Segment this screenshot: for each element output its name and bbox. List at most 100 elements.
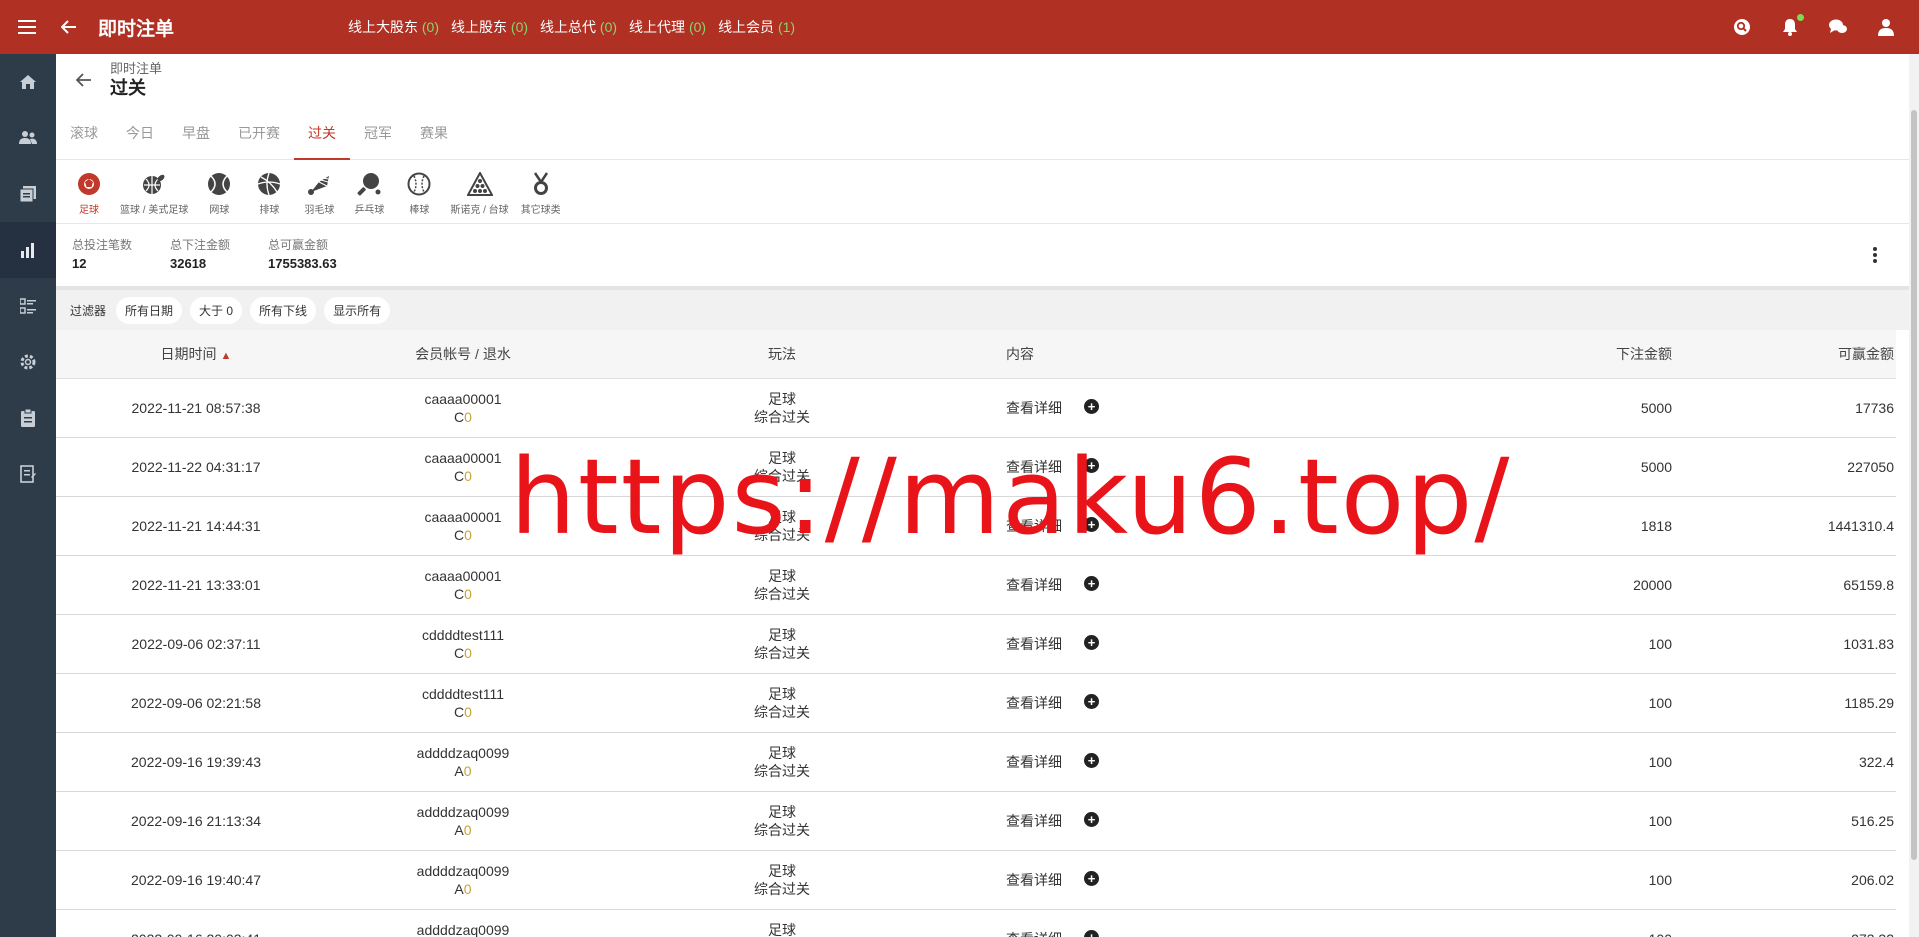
sort-asc-icon[interactable]: ▲	[221, 350, 232, 362]
online-stat-label: 线上总代	[540, 19, 597, 35]
sport-table-tennis[interactable]: 乒乓球	[344, 170, 394, 216]
sport-snooker[interactable]: 斯诺克 / 台球	[444, 170, 514, 216]
table-tennis-icon	[355, 170, 383, 198]
cell-stake: 100	[1648, 813, 1672, 829]
expand-plus-icon[interactable]: +	[1084, 634, 1099, 650]
sport-basketball[interactable]: 篮球 / 美式足球	[114, 170, 194, 216]
sport-tennis[interactable]: 网球	[194, 170, 244, 216]
online-stat[interactable]: 线上会员 (1)	[718, 17, 795, 37]
tab-6[interactable]: 赛果	[406, 106, 462, 159]
search-icon[interactable]	[1731, 16, 1753, 38]
scrollbar-thumb[interactable]	[1911, 110, 1917, 860]
expand-plus-icon[interactable]: +	[1084, 457, 1099, 473]
tab-2[interactable]: 早盘	[168, 106, 224, 159]
account-tier: C0	[454, 645, 472, 661]
expand-plus-icon[interactable]: +	[1084, 929, 1099, 937]
chart-icon[interactable]	[0, 222, 56, 278]
view-detail-link[interactable]: 查看详细	[1006, 398, 1062, 418]
sport-label: 网球	[209, 205, 230, 216]
table-row[interactable]: 2022-11-21 13:33:01 caaaa00001 C0 足球 综合过关 查看详…	[56, 556, 1896, 615]
expand-plus-icon[interactable]: +	[1084, 398, 1099, 414]
cell-stake: 100	[1648, 695, 1672, 711]
account-name: addddzaq0099	[416, 922, 510, 937]
online-stat-label: 线上会员	[718, 19, 775, 35]
filter-chip[interactable]: 大于 0	[190, 296, 243, 324]
bell-icon[interactable]	[1779, 14, 1804, 38]
view-detail-link[interactable]: 查看详细	[1006, 929, 1062, 937]
sport-volleyball[interactable]: 排球	[244, 170, 294, 216]
cell-account: addddzaq0099A0	[336, 744, 590, 780]
sport-baseball[interactable]: 棒球	[394, 170, 444, 216]
online-stat[interactable]: 线上股东 (0)	[451, 17, 528, 37]
col-datetime[interactable]: 日期时间 ▲	[56, 344, 336, 364]
view-detail-link[interactable]: 查看详细	[1006, 634, 1062, 654]
sport-soccer[interactable]: 足球	[64, 170, 114, 216]
expand-plus-icon[interactable]: +	[1084, 870, 1099, 886]
back-arrow-icon[interactable]	[54, 0, 84, 54]
cell-content: 查看详细 +	[974, 634, 1424, 654]
online-stat[interactable]: 线上大股东 (0)	[348, 17, 439, 37]
table-row[interactable]: 2022-11-22 04:31:17 caaaa00001 C0 足球 综合过关 查看详…	[56, 438, 1896, 497]
table-row[interactable]: 2022-09-16 19:40:47 addddzaq0099 A0 足球 综合过关查…	[56, 851, 1896, 910]
rebate-value: 0	[464, 527, 472, 543]
filter-chip[interactable]: 显示所有	[324, 296, 391, 324]
list-icon[interactable]	[0, 278, 56, 334]
view-detail-link[interactable]: 查看详细	[1006, 575, 1062, 595]
sport-medal[interactable]: 其它球类	[515, 170, 567, 216]
page-back-icon[interactable]	[70, 66, 98, 94]
sport-badminton[interactable]: 羽毛球	[294, 170, 344, 216]
chat-icon[interactable]	[1827, 16, 1849, 38]
cell-account: addddzaq0099A0	[336, 862, 590, 898]
table-row[interactable]: 2022-09-16 21:13:34 addddzaq0099 A0 足球 综合过关查…	[56, 792, 1896, 851]
table-row[interactable]: 2022-11-21 14:44:31 caaaa00001 C0 足球 综合过关 查看详…	[56, 497, 1896, 556]
account-tier: A0	[454, 763, 472, 779]
user-icon[interactable]	[1875, 16, 1897, 38]
home-icon[interactable]	[0, 54, 56, 110]
report-icon[interactable]	[0, 446, 56, 502]
breadcrumb[interactable]: 即时注单	[110, 61, 162, 77]
account-tier: A0	[454, 822, 472, 838]
table-row[interactable]: 2022-09-06 02:21:58 cddddtest111 C0 足球 综合过关查…	[56, 674, 1896, 733]
sport-label: 篮球 / 美式足球	[120, 205, 189, 216]
expand-plus-icon[interactable]: +	[1084, 752, 1099, 768]
expand-plus-icon[interactable]: +	[1084, 693, 1099, 709]
tab-0[interactable]: 滚球	[56, 106, 112, 159]
clipboard-icon[interactable]	[0, 390, 56, 446]
table-row[interactable]: 2022-11-21 08:57:38 caaaa00001 C0 足球 综合过关 查看详…	[56, 379, 1896, 438]
account-name: addddzaq0099	[416, 863, 510, 879]
view-detail-link[interactable]: 查看详细	[1006, 870, 1062, 890]
cell-play: 足球综合过关	[590, 862, 974, 898]
cell-win: 1441310.4	[1827, 518, 1894, 534]
table-row[interactable]: 2022-09-06 02:37:11 cddddtest111 C0 足球 综合过关查…	[56, 615, 1896, 674]
online-stat[interactable]: 线上代理 (0)	[629, 17, 706, 37]
expand-plus-icon[interactable]: +	[1084, 811, 1099, 827]
expand-plus-icon[interactable]: +	[1084, 575, 1099, 591]
table-row[interactable]: 2022-09-16 19:39:43 addddzaq0099 A0 足球 综合过关查…	[56, 733, 1896, 792]
users-icon[interactable]	[0, 110, 56, 166]
account-name: cddddtest111	[422, 686, 504, 702]
cell-account: addddzaq0099A0	[336, 921, 590, 937]
view-detail-link[interactable]: 查看详细	[1006, 811, 1062, 831]
tab-3[interactable]: 已开赛	[224, 106, 294, 159]
view-detail-link[interactable]: 查看详细	[1006, 752, 1062, 772]
expand-plus-icon[interactable]: +	[1084, 516, 1099, 532]
tab-5[interactable]: 冠军	[350, 106, 406, 159]
view-detail-link[interactable]: 查看详细	[1006, 693, 1062, 713]
menu-icon[interactable]	[0, 0, 54, 54]
filter-chip[interactable]: 所有日期	[116, 296, 183, 324]
table-row[interactable]: 2022-09-16 20:03:41addddzaq0099A0足球综合过关查…	[56, 910, 1896, 937]
sport-label: 足球	[79, 205, 99, 216]
cell-stake: 100	[1648, 636, 1672, 652]
cell-win: 1185.29	[1844, 695, 1894, 711]
tab-1[interactable]: 今日	[112, 106, 168, 159]
view-detail-link[interactable]: 查看详细	[1006, 457, 1062, 477]
settings-icon[interactable]	[0, 334, 56, 390]
filter-chip[interactable]: 所有下线	[250, 296, 317, 324]
scrollbar[interactable]	[1909, 54, 1919, 937]
rebate-value: 0	[463, 822, 472, 838]
more-vert-icon[interactable]	[1865, 244, 1885, 266]
documents-icon[interactable]	[0, 166, 56, 222]
online-stat[interactable]: 线上总代 (0)	[540, 17, 617, 37]
view-detail-link[interactable]: 查看详细	[1006, 516, 1062, 536]
tab-4[interactable]: 过关	[294, 106, 350, 160]
